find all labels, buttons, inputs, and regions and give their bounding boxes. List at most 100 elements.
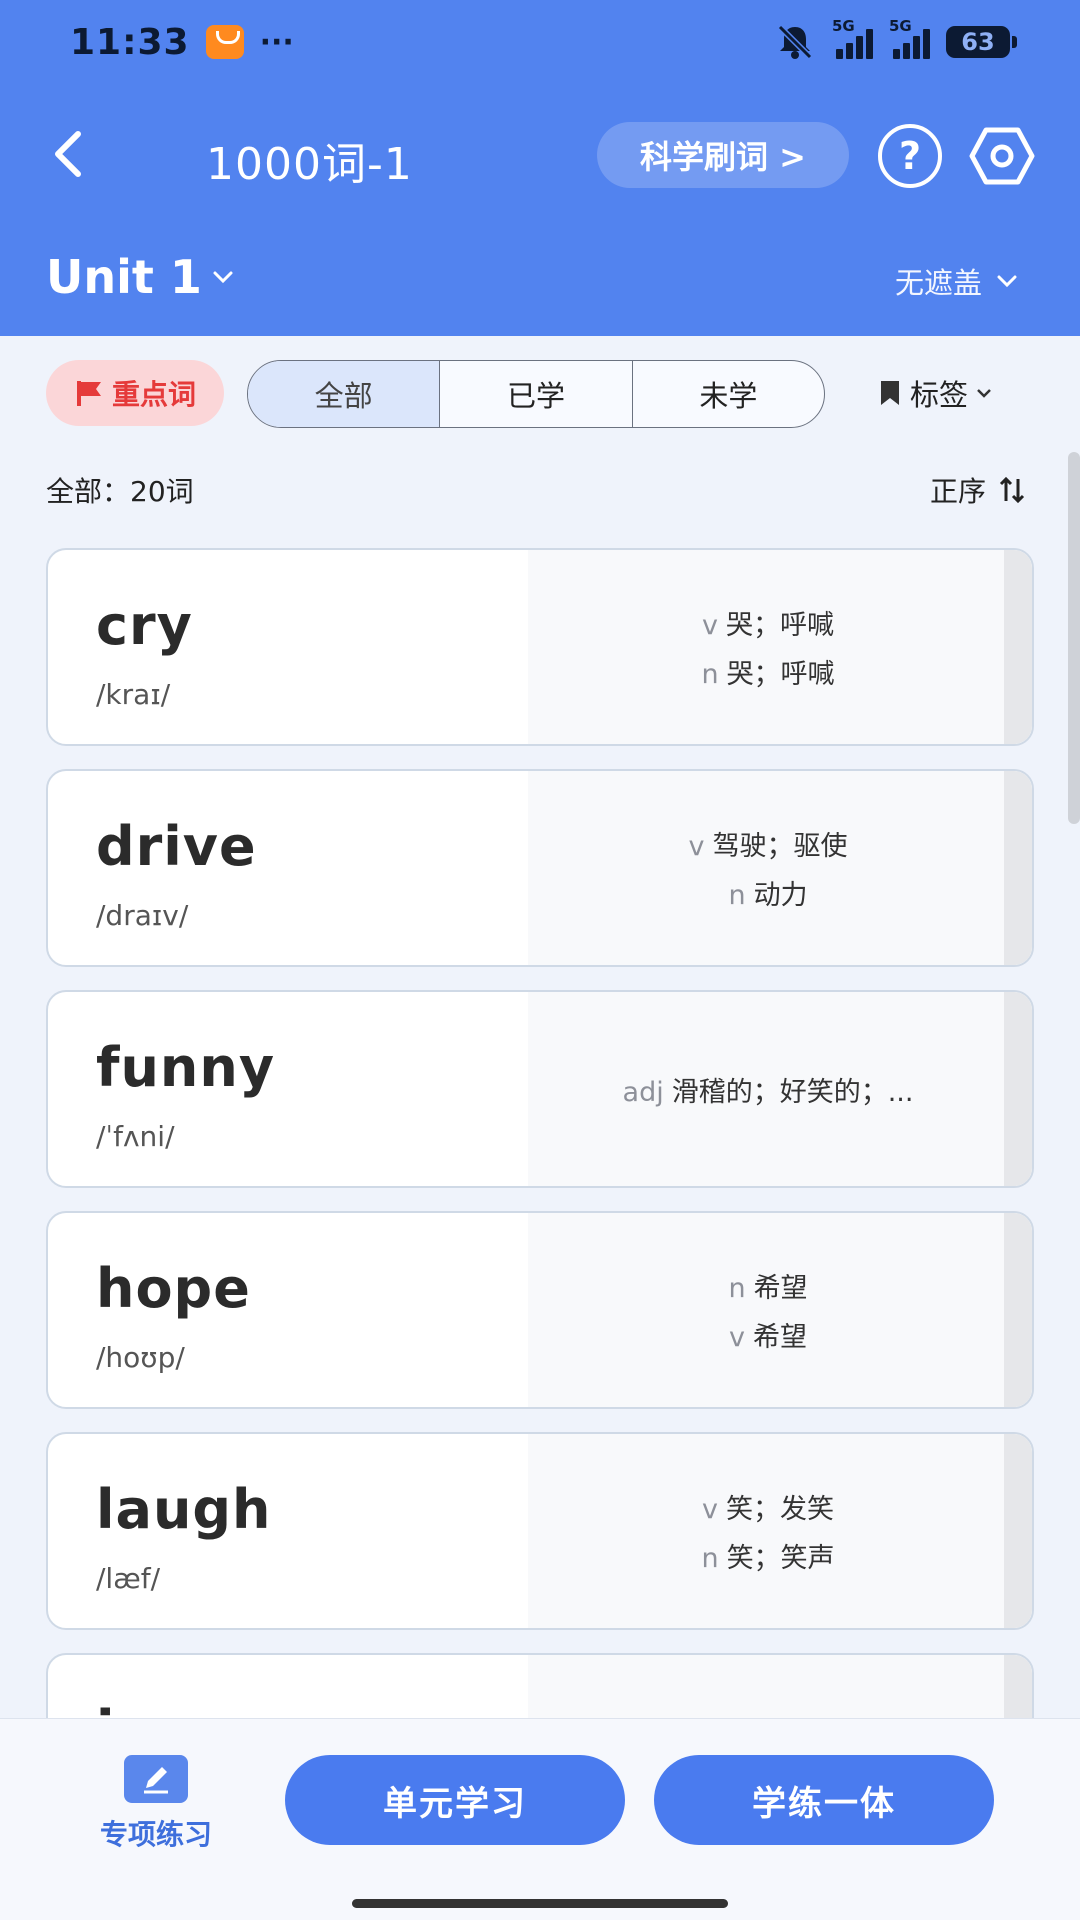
definition-text: 哭；呼喊: [726, 659, 835, 690]
special-practice-label: 专项练习: [99, 1818, 212, 1851]
signal-icon: 5G: [889, 17, 930, 59]
tag-label: 标签: [910, 378, 969, 412]
word-card[interactable]: drive/draɪv/v 驾驶；驱使 n 动力: [46, 769, 1034, 967]
sort-icon: [999, 476, 1025, 504]
card-edge-handle[interactable]: [1004, 1434, 1032, 1628]
part-of-speech: n: [701, 1543, 719, 1574]
word-text: funny: [96, 1036, 276, 1099]
phonetic-text: /hoʊp/: [96, 1341, 185, 1374]
definitions: v 驾驶；驱使 n 动力: [528, 771, 1008, 965]
definitions: v 哭；呼喊 n 哭；呼喊: [528, 550, 1008, 744]
definition-row: v 希望: [729, 1315, 807, 1354]
chevron-down-icon: [997, 275, 1017, 288]
phonetic-text: /kraɪ/: [96, 678, 171, 711]
battery-icon: 63: [946, 26, 1017, 58]
word-card[interactable]: i: [46, 1653, 1034, 1718]
word-card[interactable]: hope/hoʊp/n 希望 v 希望: [46, 1211, 1034, 1409]
card-edge-handle[interactable]: [1004, 771, 1032, 965]
definitions: n 希望 v 希望: [528, 1213, 1008, 1407]
unit-study-button[interactable]: 单元学习: [285, 1755, 625, 1845]
chevron-down-icon: [977, 389, 991, 398]
word-card[interactable]: funny/ˈfʌni/adj 滑稽的；好笑的；...: [46, 990, 1034, 1188]
chevron-down-icon: [213, 271, 233, 284]
word-text: drive: [96, 815, 257, 878]
definition-text: 动力: [753, 880, 808, 911]
key-words-label: 重点词: [111, 378, 196, 411]
phonetic-text: /draɪv/: [96, 899, 189, 932]
card-edge-handle[interactable]: [1004, 1213, 1032, 1407]
definition-text: 驾驶；驱使: [712, 831, 848, 862]
pen-icon: [124, 1755, 188, 1803]
card-edge-handle[interactable]: [1004, 550, 1032, 744]
definition-text: 希望: [753, 1273, 808, 1304]
part-of-speech: n: [701, 659, 719, 690]
filter-bar: 重点词 全部 已学 未学 标签: [0, 358, 1080, 428]
signal-icon: 5G: [832, 17, 873, 59]
definition-row: adj 滑稽的；好笑的；...: [623, 1070, 914, 1109]
shopping-app-icon: [205, 25, 244, 59]
part-of-speech: v: [702, 610, 718, 641]
word-count: 全部：20词: [46, 475, 194, 508]
definition-text: 笑；发笑: [725, 1494, 834, 1525]
back-arrow-icon[interactable]: [40, 124, 100, 184]
special-practice-button[interactable]: 专项练习: [86, 1755, 226, 1853]
learn-practice-button[interactable]: 学练一体: [654, 1755, 994, 1845]
word-card[interactable]: cry/kraɪ/v 哭；呼喊 n 哭；呼喊: [46, 548, 1034, 746]
scientific-review-button[interactable]: 科学刷词 >: [597, 122, 849, 188]
nav-bar: 1000词-1 科学刷词 > ?: [0, 118, 1080, 196]
segment-all[interactable]: 全部: [248, 361, 441, 427]
card-edge-handle[interactable]: [1004, 1655, 1032, 1718]
more-notifications-icon: ···: [259, 24, 294, 60]
definition-row: n 哭；呼喊: [701, 652, 834, 691]
word-text: cry: [96, 594, 193, 657]
word-text: laugh: [96, 1478, 272, 1541]
definition-row: v 笑；发笑: [702, 1487, 834, 1526]
phonetic-text: /ˈfʌni/: [96, 1120, 175, 1153]
bookmark-icon: [881, 381, 899, 405]
cover-mode-label: 无遮盖: [894, 266, 982, 300]
segment-learned[interactable]: 已学: [440, 361, 633, 427]
bell-off-icon: [777, 24, 813, 60]
part-of-speech: n: [728, 880, 746, 911]
bottom-bar: 专项练习 单元学习 学练一体: [0, 1718, 1080, 1920]
definitions: [528, 1655, 1008, 1718]
definition-row: n 动力: [728, 873, 807, 912]
card-edge-handle[interactable]: [1004, 992, 1032, 1186]
help-icon[interactable]: ?: [878, 124, 942, 188]
part-of-speech: adj: [622, 1076, 664, 1108]
header: 11:33 ··· 5G 5G 63 1000词-1 科学刷词 > ? Unit…: [0, 0, 1080, 336]
unit-selector[interactable]: Unit 1: [46, 250, 234, 304]
learn-status-segmented-control: 全部 已学 未学: [247, 360, 825, 428]
part-of-speech: v: [688, 831, 705, 862]
flag-icon: [76, 381, 101, 406]
sort-label: 正序: [929, 475, 986, 508]
status-time: 11:33: [70, 21, 190, 63]
definition-text: 笑；笑声: [726, 1543, 835, 1574]
part-of-speech: v: [729, 1322, 745, 1353]
unit-name: Unit 1: [46, 250, 202, 304]
sort-button[interactable]: 正序: [930, 470, 1026, 510]
definition-row: v 驾驶；驱使: [689, 824, 848, 863]
status-bar: 11:33 ··· 5G 5G 63: [70, 17, 1017, 64]
definition-text: 滑稽的；好笑的；...: [671, 1076, 914, 1108]
key-words-button[interactable]: 重点词: [46, 360, 224, 426]
summary-row: 全部：20词 正序: [46, 468, 1026, 512]
part-of-speech: n: [728, 1273, 746, 1304]
scrollbar[interactable]: [1068, 452, 1080, 824]
tag-filter-button[interactable]: 标签: [878, 372, 992, 414]
word-list: cry/kraɪ/v 哭；呼喊 n 哭；呼喊 drive/draɪv/v 驾驶；驱使 n 动力…: [46, 548, 1034, 1718]
definitions: v 笑；发笑 n 笑；笑声: [528, 1434, 1008, 1628]
word-text: i: [96, 1699, 116, 1718]
unit-row: Unit 1 无遮盖: [0, 246, 1080, 312]
definition-text: 希望: [752, 1322, 807, 1353]
definition-text: 哭；呼喊: [725, 610, 834, 641]
definitions: adj 滑稽的；好笑的；...: [528, 992, 1008, 1186]
definition-row: v 哭；呼喊: [702, 603, 834, 642]
word-text: hope: [96, 1257, 251, 1320]
segment-unlearned[interactable]: 未学: [633, 361, 824, 427]
cover-mode-selector[interactable]: 无遮盖: [895, 260, 1018, 302]
home-indicator[interactable]: [352, 1899, 728, 1908]
part-of-speech: v: [702, 1494, 718, 1525]
settings-icon[interactable]: [968, 122, 1036, 190]
word-card[interactable]: laugh/læf/v 笑；发笑 n 笑；笑声: [46, 1432, 1034, 1630]
